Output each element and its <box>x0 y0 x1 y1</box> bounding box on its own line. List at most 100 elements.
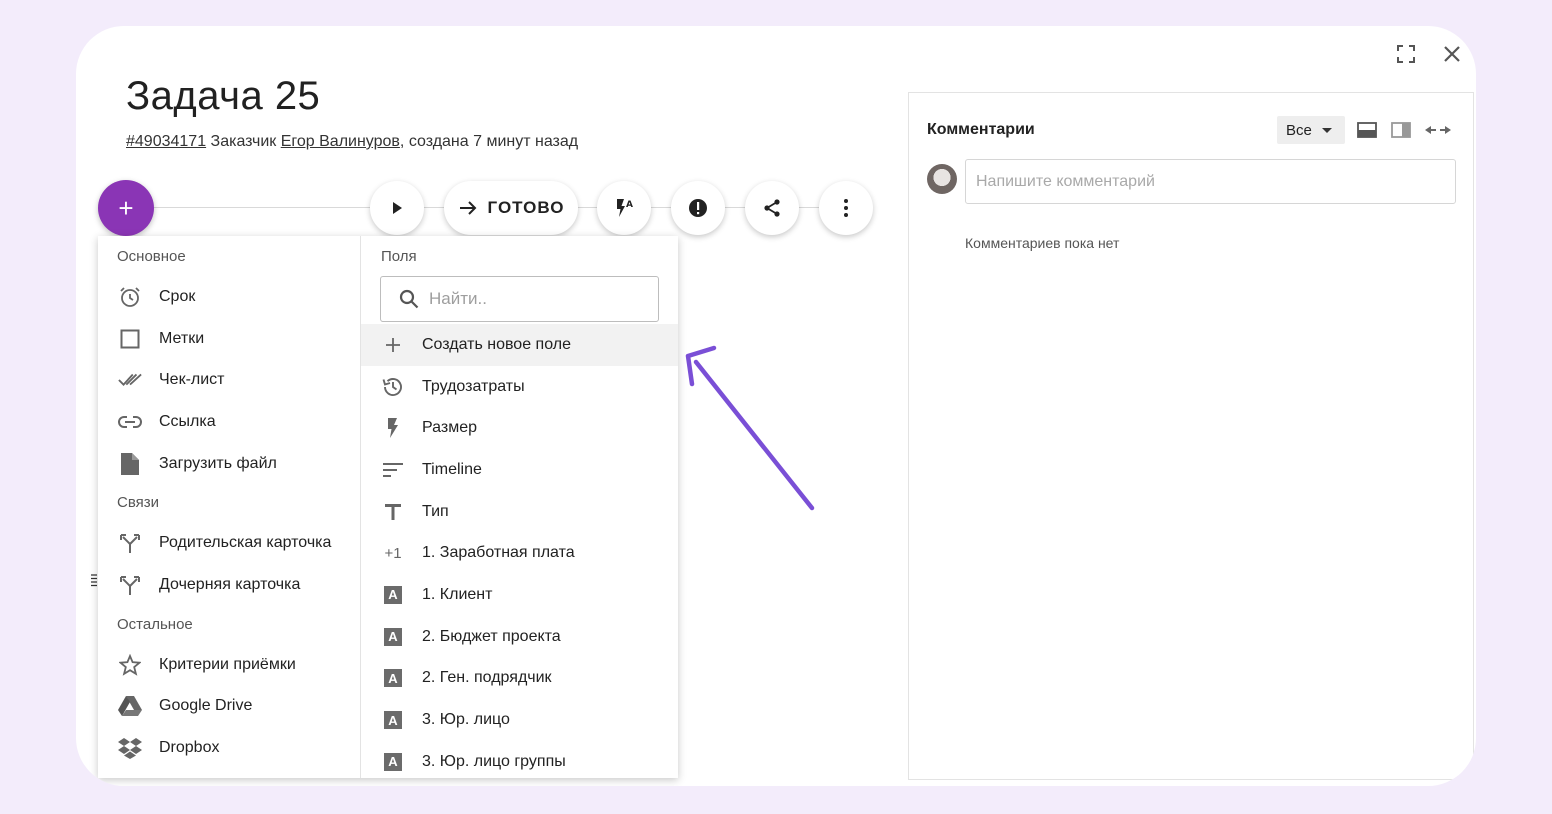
menu-item-field-client[interactable]: A 1. Клиент <box>361 574 678 616</box>
text-field-icon: A <box>381 666 405 690</box>
menu-item-label: Timeline <box>422 460 482 478</box>
menu-item-label: 2. Ген. подрядчик <box>422 669 552 687</box>
menu-item-label: 2. Бюджет проекта <box>422 627 561 645</box>
alert-icon <box>689 199 707 217</box>
dropbox-icon <box>118 736 142 760</box>
menu-item-label: Чек-лист <box>159 371 225 389</box>
layout-bottom-icon[interactable] <box>1356 121 1378 139</box>
menu-item-field-type[interactable]: Тип <box>361 491 678 533</box>
menu-item-field-contractor[interactable]: A 2. Ген. подрядчик <box>361 658 678 700</box>
plus-one-icon: +1 <box>384 544 402 562</box>
resize-horizontal-icon[interactable] <box>1424 121 1452 139</box>
fullscreen-icon[interactable] <box>1392 40 1420 68</box>
menu-item-field-budget[interactable]: A 2. Бюджет проекта <box>361 616 678 658</box>
done-label: ГОТОВО <box>487 198 565 217</box>
created-text: , создана 7 минут назад <box>399 133 579 150</box>
timeline-icon <box>381 458 405 482</box>
section-main: Основное <box>117 248 186 265</box>
menu-item-label: Dropbox <box>159 739 220 757</box>
section-other: Остальное <box>117 615 193 633</box>
arrow-right-icon <box>459 201 476 215</box>
menu-column-main: Основное Срок Метки Чек-лист Ссылка Загр… <box>98 236 361 778</box>
menu-item-label: 1. Клиент <box>422 585 493 603</box>
search-icon <box>399 289 419 309</box>
menu-item-label: Размер <box>422 419 477 437</box>
menu-item-label: 3. Юр. лицо группы <box>422 752 566 770</box>
menu-item-label: Тип <box>422 502 449 520</box>
menu-item-label: Срок <box>159 287 196 305</box>
comments-panel: Комментарии Все Комментариев пока нет <box>908 92 1474 780</box>
link-icon <box>118 410 142 434</box>
merge-icon <box>118 531 142 555</box>
menu-item-field-size[interactable]: Размер <box>361 407 678 449</box>
play-icon <box>393 202 402 214</box>
menu-item-label: 3. Юр. лицо <box>422 711 510 729</box>
menu-item-acceptance-criteria[interactable]: Критерии приёмки <box>98 644 360 686</box>
menu-item-label: Создать новое поле <box>422 335 571 353</box>
menu-item-field-timeline[interactable]: Timeline <box>361 449 678 491</box>
menu-item-field-salary[interactable]: +1 1. Заработная плата <box>361 532 678 574</box>
menu-item-child-card[interactable]: Дочерняя карточка <box>98 564 360 606</box>
customer-link[interactable]: Егор Валинуров <box>281 133 400 150</box>
size-button[interactable]: A <box>597 181 651 235</box>
star-icon <box>118 653 142 677</box>
text-field-icon: A <box>381 625 405 649</box>
avatar <box>927 164 957 194</box>
menu-column-fields: Поля Создать новое поле Трудозатраты Раз… <box>361 236 678 778</box>
more-button[interactable] <box>819 181 873 235</box>
menu-item-label: Метки <box>159 329 205 347</box>
plus-icon <box>381 333 405 357</box>
menu-item-tags[interactable]: Метки <box>98 318 360 360</box>
drag-handle-icon[interactable] <box>91 574 97 588</box>
section-fields: Поля <box>381 248 417 265</box>
menu-item-create-field[interactable]: Создать новое поле <box>361 324 678 366</box>
add-button[interactable]: + <box>98 180 154 236</box>
alarm-icon <box>118 285 142 309</box>
menu-item-field-time[interactable]: Трудозатраты <box>361 366 678 408</box>
menu-item-checklist[interactable]: Чек-лист <box>98 359 360 401</box>
menu-item-upload-file[interactable]: Загрузить файл <box>98 443 360 485</box>
layout-side-icon[interactable] <box>1390 121 1412 139</box>
field-search-input[interactable] <box>429 289 629 309</box>
comments-filter-select[interactable]: Все <box>1277 116 1345 144</box>
menu-item-field-legal-entity-group[interactable]: A 3. Юр. лицо группы <box>361 741 678 783</box>
section-links: Связи <box>117 494 160 512</box>
menu-item-label: Ссылка <box>159 412 216 430</box>
filter-value: Все <box>1286 121 1312 139</box>
done-all-icon <box>118 368 142 392</box>
menu-item-dropbox[interactable]: Dropbox <box>98 727 360 769</box>
text-field-icon: A <box>381 583 405 607</box>
menu-item-label: Google Drive <box>159 697 253 715</box>
annotation-arrow <box>685 345 815 511</box>
flash-icon <box>381 416 405 440</box>
menu-item-field-legal-entity[interactable]: A 3. Юр. лицо <box>361 699 678 741</box>
field-search <box>380 276 659 322</box>
customer-label: Заказчик <box>210 133 277 150</box>
menu-item-label: Загрузить файл <box>159 454 277 472</box>
menu-item-google-drive[interactable]: Google Drive <box>98 686 360 728</box>
menu-item-label: 1. Заработная плата <box>422 544 575 562</box>
add-menu: Основное Срок Метки Чек-лист Ссылка Загр… <box>98 236 678 778</box>
task-id-link[interactable]: #49034171 <box>126 133 206 150</box>
task-modal: Задача 25 #49034171 Заказчик Егор Валину… <box>76 26 1476 786</box>
more-vert-icon <box>844 199 848 217</box>
file-icon <box>118 452 142 476</box>
done-button[interactable]: ГОТОВО <box>444 181 578 235</box>
close-icon[interactable] <box>1438 40 1466 68</box>
priority-button[interactable] <box>671 181 725 235</box>
share-button[interactable] <box>745 181 799 235</box>
menu-item-deadline[interactable]: Срок <box>98 276 360 318</box>
task-meta: #49034171 Заказчик Егор Валинуров, созда… <box>126 133 578 151</box>
menu-item-link[interactable]: Ссылка <box>98 401 360 443</box>
plus-icon: + <box>118 192 134 223</box>
menu-item-parent-card[interactable]: Родительская карточка <box>98 522 360 564</box>
menu-item-label: Родительская карточка <box>159 534 332 552</box>
svg-text:A: A <box>626 200 633 210</box>
checkbox-icon <box>118 327 142 351</box>
split-icon <box>118 573 142 597</box>
menu-item-label: Критерии приёмки <box>159 655 296 673</box>
start-button[interactable] <box>370 181 424 235</box>
comments-title: Комментарии <box>927 121 1035 138</box>
comment-input[interactable] <box>965 159 1456 204</box>
flash-auto-icon: A <box>617 199 633 217</box>
